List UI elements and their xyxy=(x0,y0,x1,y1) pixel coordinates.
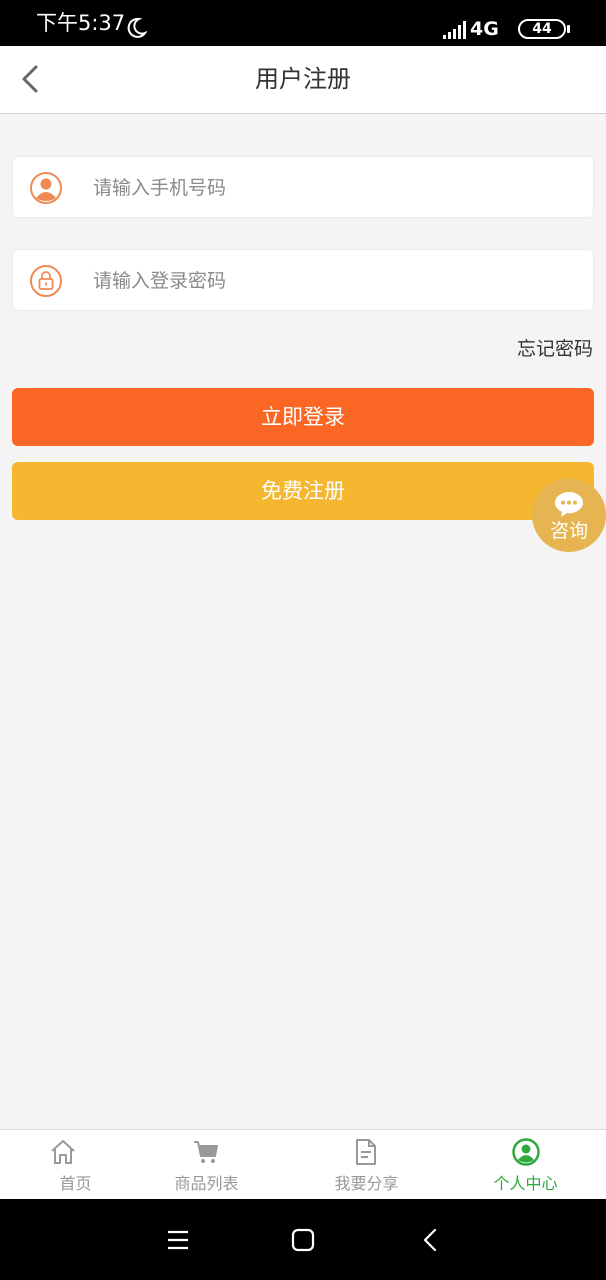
status-time: 下午5:37 xyxy=(36,11,126,35)
status-bar: 下午5:37 4G 44 xyxy=(0,0,606,46)
bottom-nav: 首页 商品列表 我要分享 个人中心 xyxy=(0,1129,606,1199)
page-title: 用户注册 xyxy=(255,65,351,93)
user-circle-icon xyxy=(512,1138,540,1166)
signal-icon xyxy=(443,21,466,39)
nav-item-share[interactable]: 我要分享 xyxy=(291,1130,442,1200)
document-icon xyxy=(356,1139,376,1165)
nav-item-products[interactable]: 商品列表 xyxy=(131,1130,282,1200)
menu-icon[interactable] xyxy=(165,1227,191,1253)
moon-icon xyxy=(127,17,147,38)
forgot-password-link[interactable]: 忘记密码 xyxy=(517,337,593,361)
password-input[interactable] xyxy=(93,263,573,299)
consult-button[interactable]: 咨询 xyxy=(532,478,606,552)
lock-icon xyxy=(30,265,62,297)
cart-icon xyxy=(194,1141,218,1163)
home-icon xyxy=(51,1140,75,1164)
nav-label-share: 我要分享 xyxy=(334,1174,399,1193)
battery-level: 44 xyxy=(532,21,552,37)
home-square-icon[interactable] xyxy=(290,1227,316,1253)
nav-label-home: 首页 xyxy=(59,1174,92,1193)
phone-field xyxy=(12,156,594,218)
battery-nub xyxy=(567,25,570,33)
nav-item-home[interactable]: 首页 xyxy=(0,1130,151,1200)
nav-item-profile[interactable]: 个人中心 xyxy=(450,1130,601,1200)
consult-label: 咨询 xyxy=(549,520,588,542)
network-label: 4G xyxy=(470,18,499,40)
chat-bubble-icon xyxy=(555,492,583,517)
login-button[interactable]: 立即登录 xyxy=(12,388,594,446)
header: 用户注册 xyxy=(0,46,606,114)
password-field xyxy=(12,249,594,311)
nav-label-products: 商品列表 xyxy=(174,1174,239,1193)
phone-input[interactable] xyxy=(93,170,573,206)
battery-indicator: 44 xyxy=(518,19,566,39)
system-nav-bar xyxy=(0,1199,606,1280)
register-button[interactable]: 免费注册 xyxy=(12,462,594,520)
nav-label-profile: 个人中心 xyxy=(493,1174,558,1193)
user-icon xyxy=(30,172,62,204)
back-icon[interactable] xyxy=(418,1227,444,1253)
